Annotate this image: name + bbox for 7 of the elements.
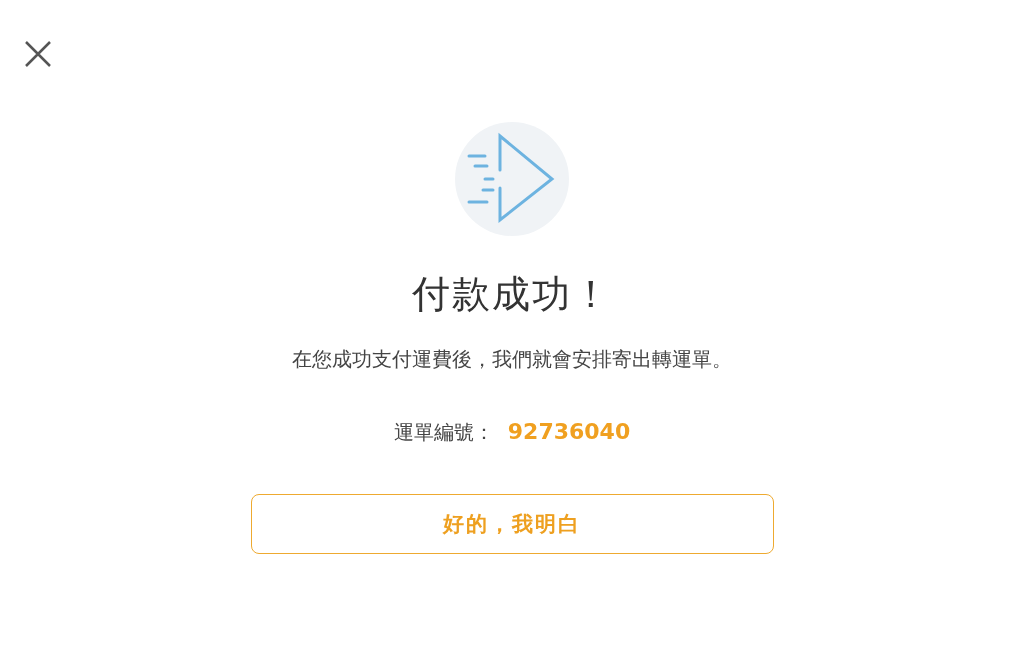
- message-text: 在您成功支付運費後，我們就會安排寄出轉運單。: [292, 345, 732, 372]
- confirm-button[interactable]: 好的，我明白: [250, 494, 774, 555]
- tracking-number: 92736040: [507, 417, 631, 446]
- success-title: 付款成功！: [412, 272, 612, 318]
- close-icon[interactable]: [24, 40, 52, 68]
- send-icon: [455, 122, 569, 236]
- tracking-label: 運單編號：: [393, 418, 494, 445]
